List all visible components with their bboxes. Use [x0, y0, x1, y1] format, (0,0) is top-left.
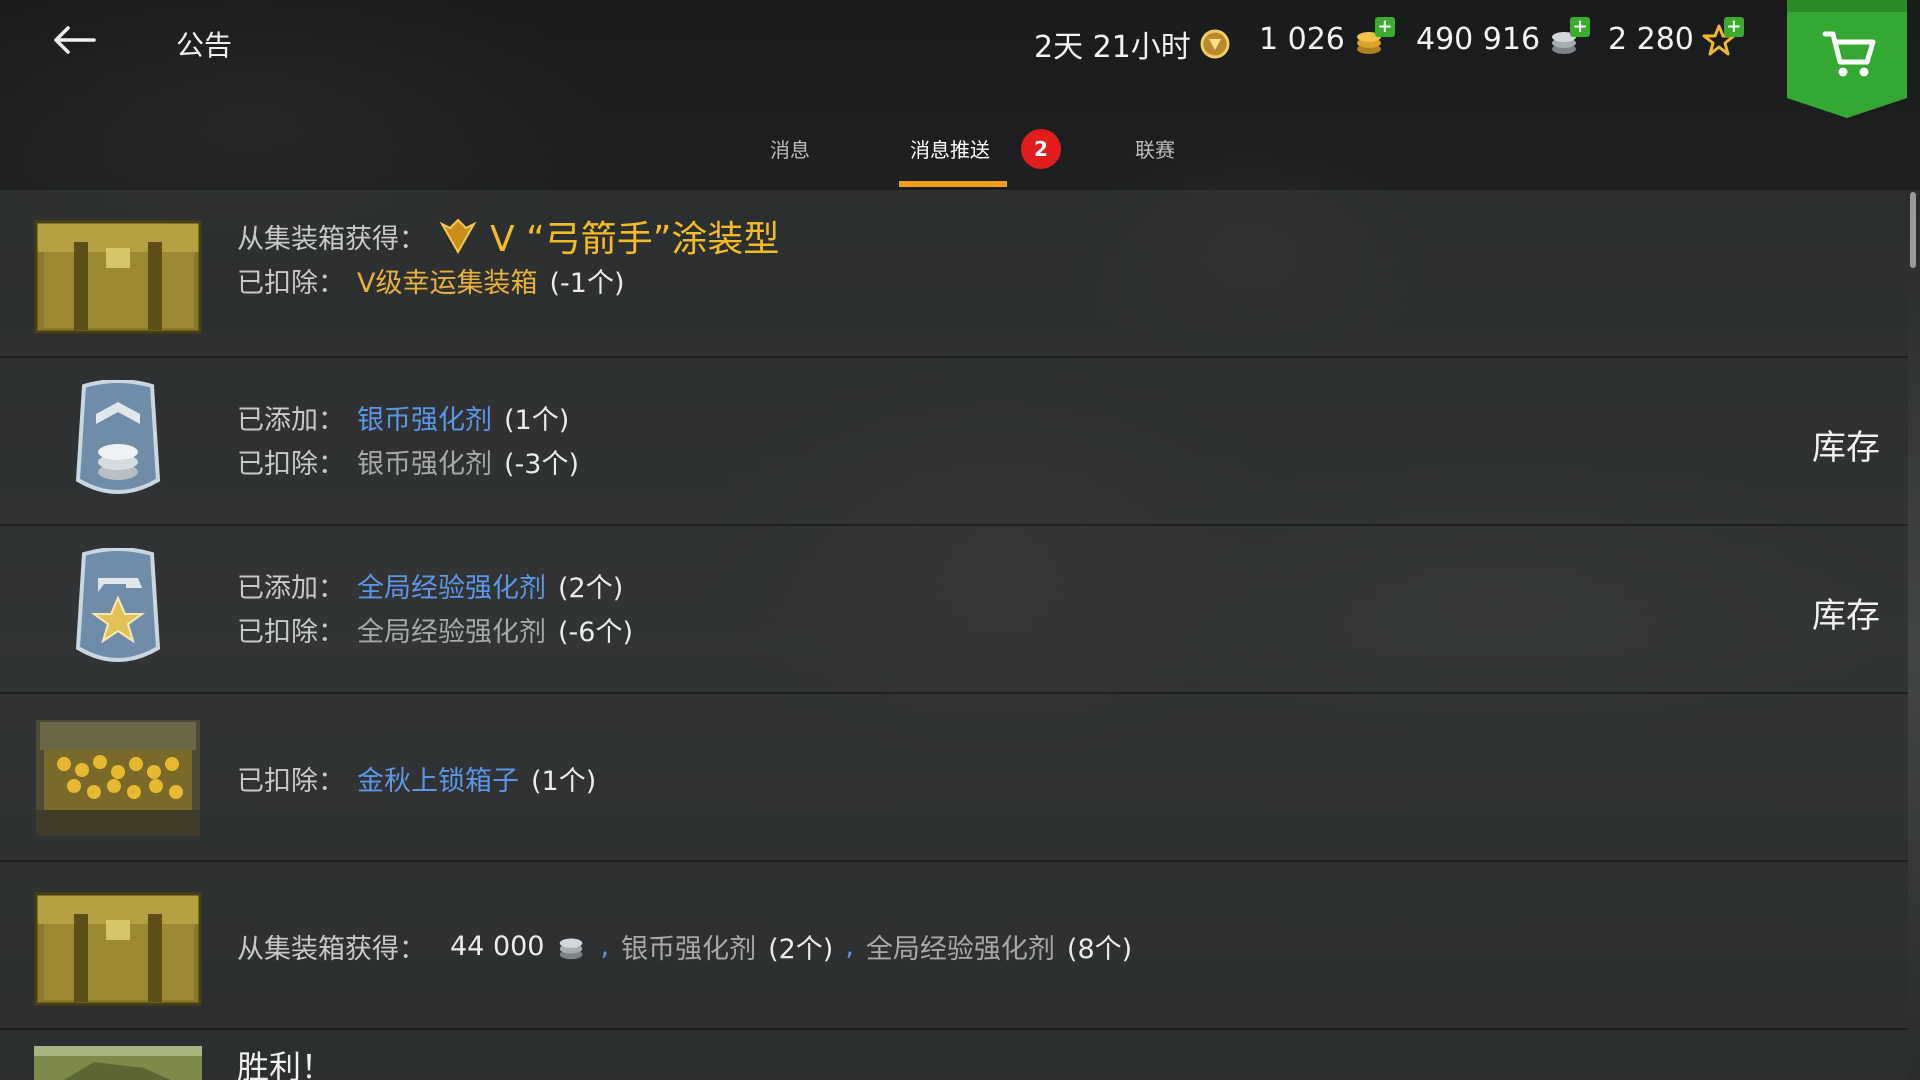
- shop-button[interactable]: [1787, 0, 1907, 118]
- buy-silver-plus-icon[interactable]: +: [1570, 16, 1591, 37]
- active-tab-underline: [899, 181, 1007, 187]
- list-item[interactable]: 从集装箱获得： V “弓箭手”涂装型 已扣除： V级幸运集装箱 (-1个): [0, 190, 1908, 358]
- tab-bar: 消息 消息推送 2 联赛: [0, 84, 1920, 190]
- message-text: 已添加： 银币强化剂 (1个) 已扣除： 银币强化剂 (-3个): [237, 395, 579, 483]
- item-quantity: (8个): [1066, 933, 1133, 965]
- page-title: 公告: [176, 29, 233, 62]
- message-text: 已扣除： 金秋上锁箱子 (1个): [237, 756, 596, 800]
- container-crate-image: [34, 212, 202, 334]
- list-item[interactable]: 已添加： 银币强化剂 (1个) 已扣除： 银币强化剂 (-3个) 库存: [0, 358, 1908, 526]
- inventory-button[interactable]: 库存: [1812, 420, 1880, 469]
- message-label: 从集装箱获得：: [237, 223, 426, 255]
- item-quantity: (-3个): [504, 448, 579, 480]
- message-label: 已扣除：: [237, 765, 345, 797]
- gold-counter[interactable]: 1 026 +: [1259, 16, 1395, 57]
- item-name: 银币强化剂: [357, 404, 492, 436]
- separator: ,: [845, 930, 854, 962]
- gold-coins-icon: +: [1353, 16, 1395, 57]
- item-name: V级幸运集装箱: [357, 267, 538, 299]
- back-button[interactable]: [48, 18, 100, 62]
- message-label: 已扣除：: [237, 448, 345, 480]
- message-label: 已扣除：: [237, 616, 345, 648]
- buy-gold-plus-icon[interactable]: +: [1374, 16, 1395, 37]
- free-xp-star-icon: +: [1702, 16, 1744, 57]
- tab-league[interactable]: 联赛: [1135, 134, 1175, 163]
- item-quantity: (1个): [531, 765, 597, 797]
- premium-account-icon: [1200, 29, 1230, 59]
- item-name: 全局经验强化剂: [357, 572, 546, 604]
- gold-chest-image: [34, 716, 202, 838]
- item-name: 银币强化剂: [357, 448, 492, 480]
- silver-coins-icon: [560, 938, 583, 960]
- list-item[interactable]: 已添加： 全局经验强化剂 (2个) 已扣除： 全局经验强化剂 (-6个) 库存: [0, 526, 1908, 694]
- free-xp-counter[interactable]: 2 280 +: [1608, 16, 1744, 57]
- item-quantity: (2个): [558, 572, 624, 604]
- back-arrow-icon: [54, 26, 96, 54]
- silver-counter[interactable]: 490 916 +: [1416, 16, 1591, 57]
- xp-booster-tag-image: [34, 547, 202, 670]
- item-quantity: (2个): [768, 933, 834, 965]
- battle-result-title: 胜利！: [237, 1048, 334, 1080]
- inventory-button[interactable]: 库存: [1812, 588, 1880, 637]
- scrollbar-thumb[interactable]: [1910, 192, 1916, 268]
- credit-booster-tag-image: [34, 379, 202, 502]
- silver-value: 490 916: [1416, 22, 1541, 57]
- premium-account-counter[interactable]: 2天 21小时: [1034, 22, 1231, 66]
- camo-reward-icon: [439, 218, 477, 255]
- message-text: 从集装箱获得： V “弓箭手”涂装型 已扣除： V级幸运集装箱 (-1个): [237, 214, 779, 302]
- silver-amount: 44 000: [450, 930, 545, 962]
- message-text: 已添加： 全局经验强化剂 (2个) 已扣除： 全局经验强化剂 (-6个): [237, 563, 633, 651]
- item-quantity: (1个): [504, 404, 570, 436]
- list-item[interactable]: 已扣除： 金秋上锁箱子 (1个): [0, 694, 1908, 862]
- item-quantity: (-6个): [558, 616, 633, 648]
- premium-time-value: 2天 21小时: [1034, 30, 1191, 65]
- gold-value: 1 026: [1259, 22, 1345, 57]
- message-label: 已添加：: [237, 572, 345, 604]
- battle-thumbnail-image: [34, 1046, 202, 1080]
- notification-count-badge: 2: [1021, 129, 1061, 169]
- message-label: 从集装箱获得：: [237, 933, 426, 965]
- separator: ,: [600, 930, 610, 962]
- tab-messages[interactable]: 消息: [770, 134, 810, 163]
- list-item[interactable]: 胜利！: [0, 1030, 1908, 1080]
- reward-name: V “弓箭手”涂装型: [490, 219, 780, 260]
- free-xp-value: 2 280: [1608, 22, 1694, 57]
- list-scrollbar[interactable]: [1908, 190, 1920, 1080]
- list-item[interactable]: 从集装箱获得： 44 000 , 银币强化剂 (2个) , 全局经验强化剂 (8…: [0, 862, 1908, 1030]
- message-label: 已添加：: [237, 404, 345, 436]
- container-crate-image: [34, 884, 202, 1006]
- item-name: 金秋上锁箱子: [357, 765, 519, 797]
- item-name: 全局经验强化剂: [357, 616, 546, 648]
- item-name: 全局经验强化剂: [865, 933, 1055, 965]
- message-text: 从集装箱获得： 44 000 , 银币强化剂 (2个) , 全局经验强化剂 (8…: [237, 924, 1132, 968]
- tab-push-notifications[interactable]: 消息推送: [910, 134, 990, 163]
- item-quantity: (-1个): [549, 267, 625, 299]
- item-name: 银币强化剂: [621, 933, 757, 965]
- top-bar: 公告 2天 21小时 1 026 + 490 916 + 2 280 +: [0, 0, 1920, 84]
- convert-xp-plus-icon[interactable]: +: [1723, 16, 1744, 37]
- message-label: 已扣除：: [237, 267, 345, 299]
- silver-coins-icon: +: [1548, 16, 1591, 57]
